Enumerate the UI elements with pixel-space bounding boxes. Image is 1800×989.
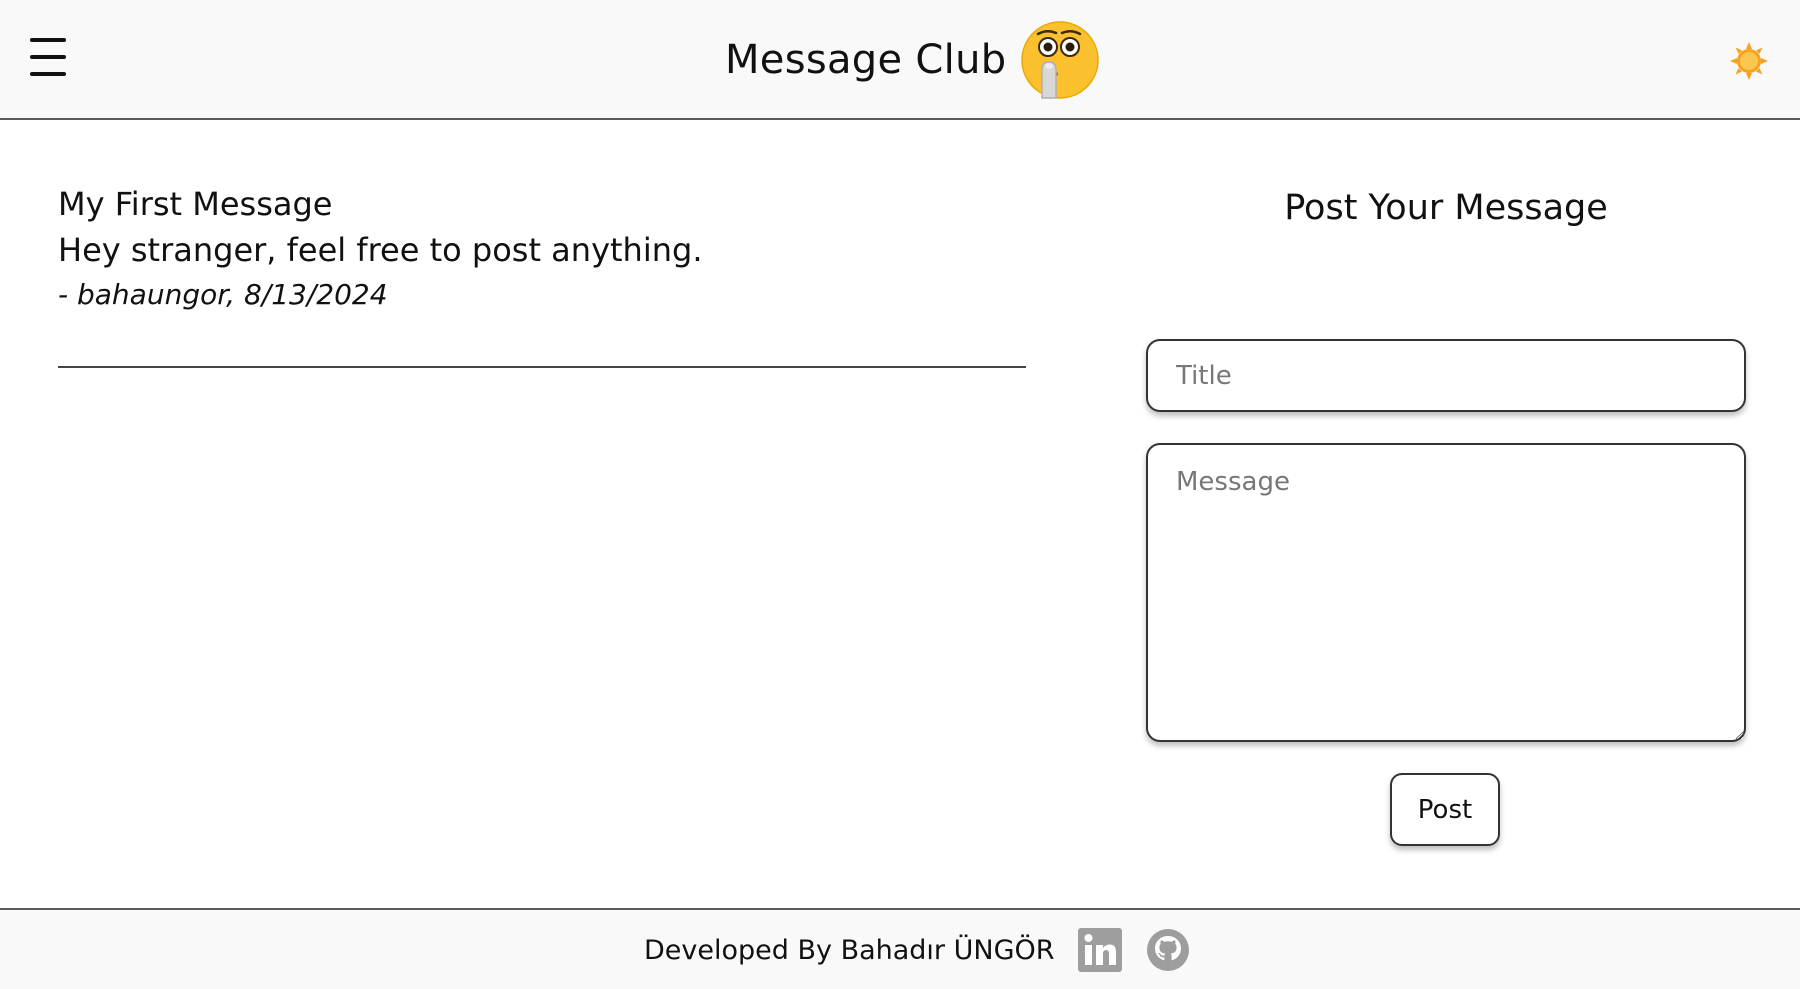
message-item: My First Message Hey stranger, feel free… — [58, 182, 1026, 316]
message-body: Hey stranger, feel free to post anything… — [58, 231, 703, 269]
developer-credit: Developed By Bahadır ÜNGÖR — [644, 934, 1055, 966]
menu-bar — [30, 38, 66, 42]
post-button[interactable]: Post — [1390, 773, 1500, 846]
message-author-date: - bahaungor, 8/13/2024 — [58, 278, 388, 311]
hamburger-menu-icon[interactable] — [30, 38, 68, 76]
sun-icon[interactable] — [1728, 40, 1770, 82]
message-title: My First Message — [58, 185, 333, 223]
footer: Developed By Bahadır ÜNGÖR — [0, 908, 1800, 989]
app-page: Message Club My First Message Hey strang… — [0, 0, 1800, 989]
message-divider — [58, 366, 1026, 368]
shushing-face-emoji-icon — [1021, 21, 1100, 99]
footer-content: Developed By Bahadır ÜNGÖR — [644, 922, 1191, 978]
linkedin-icon[interactable] — [1077, 927, 1123, 973]
menu-bar — [30, 55, 66, 59]
top-header: Message Club — [0, 0, 1800, 120]
github-icon[interactable] — [1145, 927, 1191, 973]
title-input[interactable] — [1146, 339, 1746, 412]
brand: Message Club — [725, 20, 1100, 100]
post-form-heading: Post Your Message — [1284, 188, 1608, 228]
app-title: Message Club — [725, 37, 1007, 83]
message-textarea[interactable] — [1146, 443, 1746, 742]
menu-bar — [30, 72, 66, 76]
